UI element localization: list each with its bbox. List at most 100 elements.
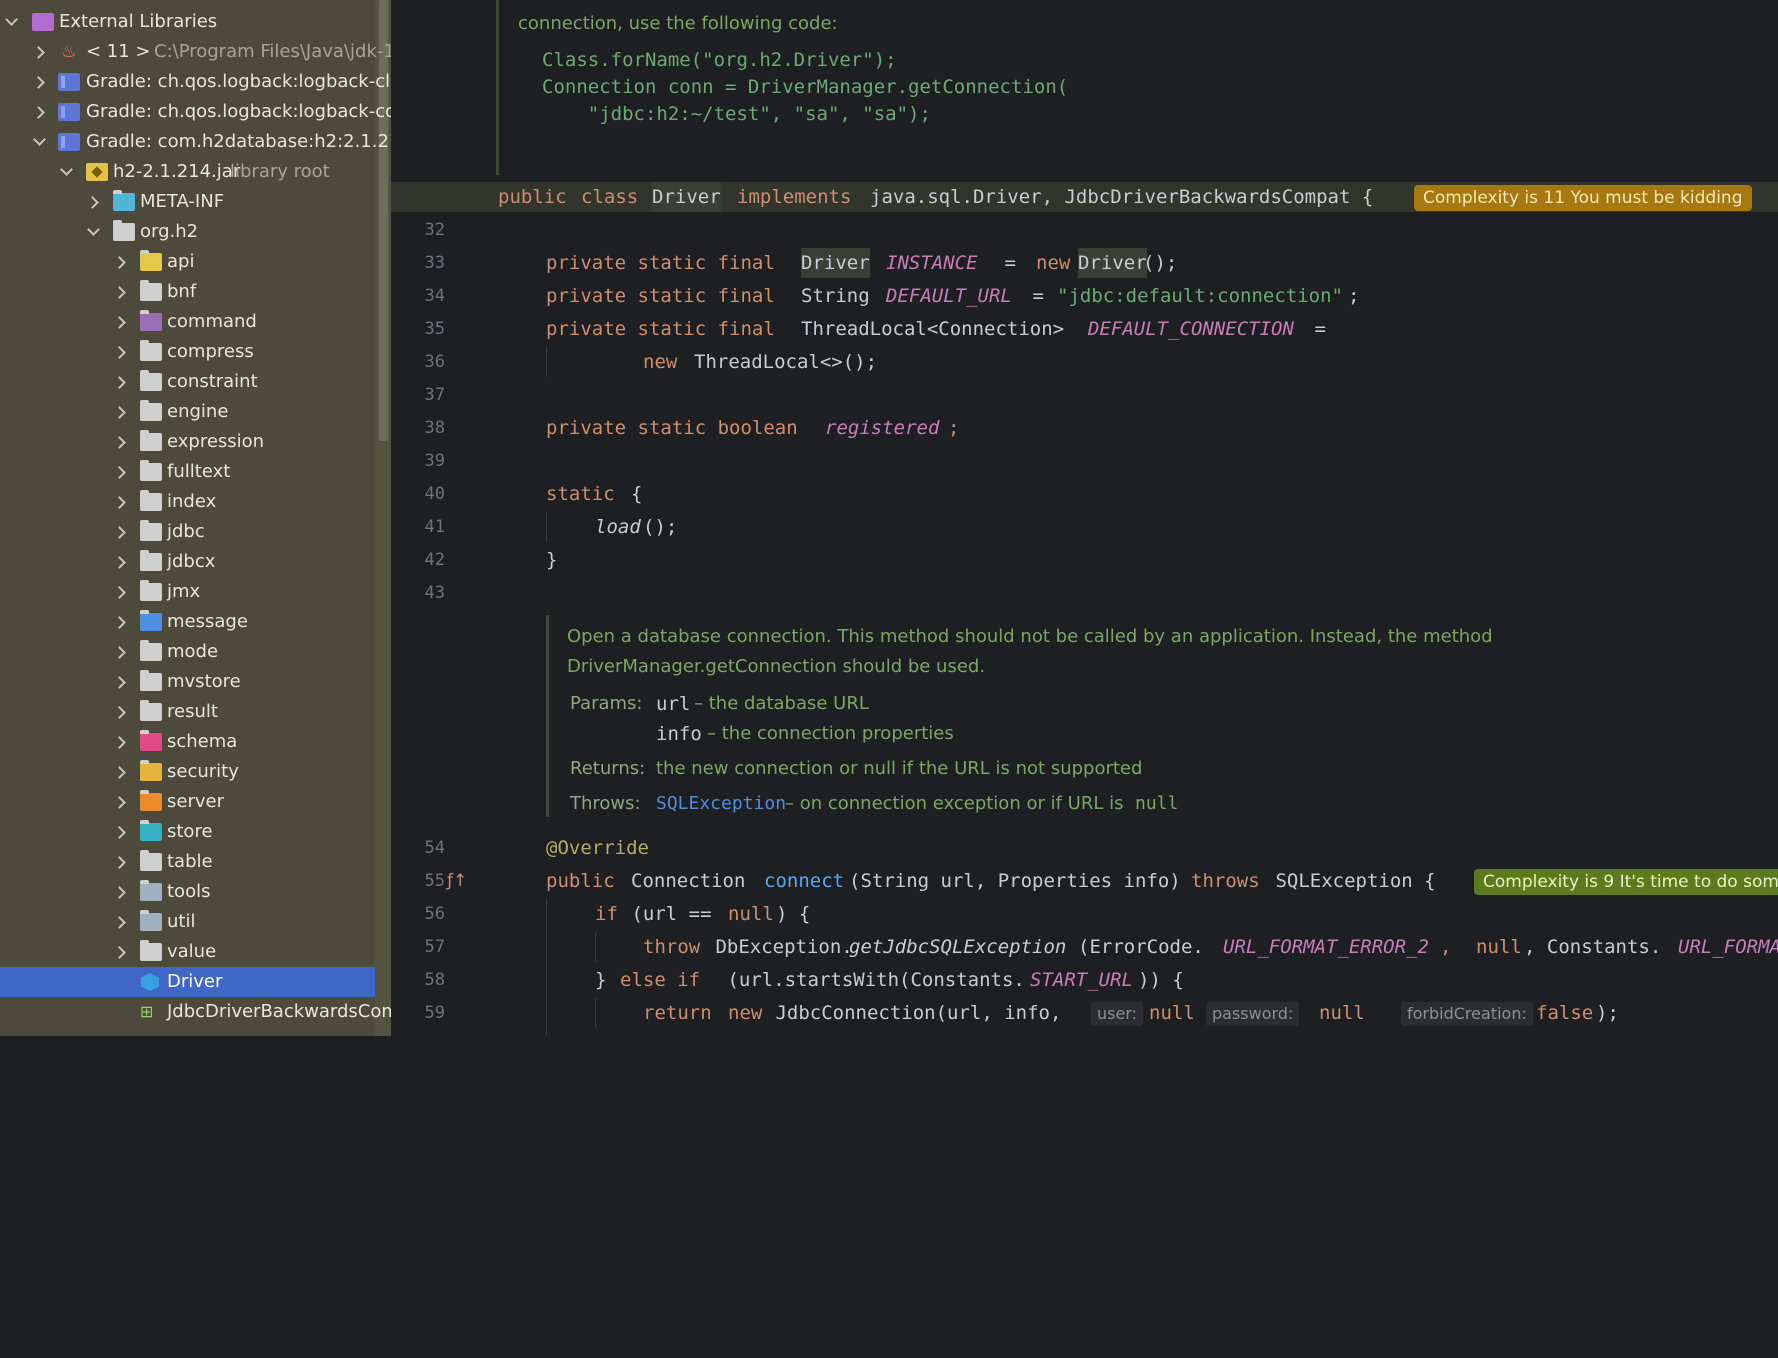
library-root-tag: library root [230, 161, 330, 182]
code-line-38[interactable]: private static boolean registered ; [391, 413, 1778, 443]
chevron-right-icon[interactable] [113, 577, 127, 607]
tree-item-mode[interactable]: mode [0, 637, 375, 667]
code-line-54[interactable]: @Override [391, 833, 1778, 863]
code-line-40[interactable]: static { [391, 479, 1778, 509]
type-name: Driver [801, 248, 870, 278]
tree-item-command[interactable]: command [0, 307, 375, 337]
code-editor[interactable]: connection, use the following code: Clas… [391, 0, 1778, 1036]
code-line-57[interactable]: throw DbException. getJdbcSQLException (… [391, 932, 1778, 962]
tree-item-fulltext[interactable]: fulltext [0, 457, 375, 487]
tree-item-jdbcdriverbackwardscompat[interactable]: ⊞ JdbcDriverBackwardsCompa [0, 997, 391, 1027]
tree-item-jdbc[interactable]: jdbc [0, 517, 375, 547]
chevron-right-icon[interactable] [113, 457, 127, 487]
tree-item-jdk[interactable]: ♨ < 11 > C:\Program Files\Java\jdk-1 [0, 37, 391, 67]
chevron-right-icon[interactable] [113, 427, 127, 457]
chevron-right-icon[interactable] [113, 547, 127, 577]
folder-icon [140, 340, 162, 361]
tree-item-gradle-h2[interactable]: Gradle: com.h2database:h2:2.1.214 [0, 127, 391, 157]
code-line-34[interactable]: private static final String DEFAULT_URL … [391, 281, 1778, 311]
tree-item-org-h2[interactable]: org.h2 [0, 217, 375, 247]
tree-item-driver[interactable]: Driver [0, 967, 375, 997]
chevron-down-icon[interactable] [86, 217, 100, 247]
tree-item-h2-jar[interactable]: h2-2.1.214.jar library root [0, 157, 375, 187]
chevron-right-icon[interactable] [113, 877, 127, 907]
chevron-down-icon[interactable] [59, 157, 73, 187]
tree-item-security[interactable]: security [0, 757, 375, 787]
code-line-41[interactable]: load (); [391, 512, 1778, 542]
chevron-right-icon[interactable] [113, 697, 127, 727]
code-line-33[interactable]: private static final Driver INSTANCE = n… [391, 248, 1778, 278]
tree-item-bnf[interactable]: bnf [0, 277, 375, 307]
chevron-right-icon[interactable] [113, 637, 127, 667]
chevron-right-icon[interactable] [113, 787, 127, 817]
chevron-right-icon[interactable] [32, 37, 46, 67]
field-name: DEFAULT_URL [886, 285, 1012, 307]
tree-item-result[interactable]: result [0, 697, 375, 727]
tree-item-schema[interactable]: schema [0, 727, 375, 757]
tree-item-store[interactable]: store [0, 817, 375, 847]
chevron-right-icon[interactable] [113, 757, 127, 787]
tree-item-expression[interactable]: expression [0, 427, 375, 457]
tree-item-path: C:\Program Files\Java\jdk-1 [154, 41, 391, 62]
code-line-31[interactable]: public class Driver implements java.sql.… [391, 182, 1778, 212]
chevron-down-icon[interactable] [4, 7, 18, 37]
tree-item-index[interactable]: index [0, 487, 375, 517]
chevron-right-icon[interactable] [113, 277, 127, 307]
chevron-right-icon[interactable] [113, 397, 127, 427]
gradle-library-icon [58, 73, 80, 91]
folder-icon [140, 280, 162, 301]
code-line-36[interactable]: new ThreadLocal<>(); [391, 347, 1778, 377]
tree-item-api[interactable]: api [0, 247, 375, 277]
tree-item-engine[interactable]: engine [0, 397, 375, 427]
doc-link[interactable]: SQLException [656, 789, 786, 819]
chevron-right-icon[interactable] [113, 367, 127, 397]
tree-item-jmx[interactable]: jmx [0, 577, 375, 607]
tree-item-jdbcx[interactable]: jdbcx [0, 547, 375, 577]
tree-item-util[interactable]: util [0, 907, 375, 937]
tree-item-meta-inf[interactable]: META-INF [0, 187, 375, 217]
chevron-right-icon[interactable] [113, 907, 127, 937]
code-line-55[interactable]: public Connection connect (String url, P… [391, 866, 1778, 896]
chevron-right-icon[interactable] [113, 847, 127, 877]
chevron-right-icon[interactable] [113, 307, 127, 337]
chevron-right-icon[interactable] [113, 817, 127, 847]
chevron-right-icon[interactable] [113, 667, 127, 697]
chevron-right-icon[interactable] [113, 727, 127, 757]
chevron-right-icon[interactable] [86, 187, 100, 217]
code-line-58[interactable]: } else if (url.startsWith(Constants. STA… [391, 965, 1778, 995]
tree-item-value[interactable]: value [0, 937, 375, 967]
type-name: Driver [1078, 248, 1147, 278]
folder-icon [140, 400, 162, 421]
code-line-42[interactable]: } [391, 545, 1778, 575]
tree-item-constraint[interactable]: constraint [0, 367, 375, 397]
code-line-35[interactable]: private static final ThreadLocal<Connect… [391, 314, 1778, 344]
chevron-right-icon[interactable] [113, 937, 127, 967]
keyword: static [546, 483, 615, 505]
chevron-right-icon[interactable] [32, 67, 46, 97]
tree-item-server[interactable]: server [0, 787, 375, 817]
java-cup-icon: ♨ [60, 41, 78, 62]
tree-item-compress[interactable]: compress [0, 337, 375, 367]
tree-item-gradle-logback-core[interactable]: Gradle: ch.qos.logback:logback-core:1 [0, 97, 391, 127]
annotation: @Override [546, 837, 649, 859]
tree-item-mvstore[interactable]: mvstore [0, 667, 375, 697]
chevron-right-icon[interactable] [32, 97, 46, 127]
chevron-right-icon[interactable] [113, 337, 127, 367]
tree-item-message[interactable]: message [0, 607, 375, 637]
chevron-right-icon[interactable] [113, 487, 127, 517]
tree-item-gradle-logback-classic[interactable]: Gradle: ch.qos.logback:logback-classic [0, 67, 391, 97]
tree-item-label: expression [167, 431, 265, 452]
code-line-56[interactable]: if (url == null ) { [391, 899, 1778, 929]
tree-item-external-libraries[interactable]: External Libraries [0, 7, 375, 37]
chevron-down-icon[interactable] [32, 127, 46, 157]
tree-item-tools[interactable]: tools [0, 877, 375, 907]
tree-item-label: bnf [167, 281, 197, 302]
chevron-right-icon[interactable] [113, 517, 127, 547]
package-folder-icon [113, 220, 135, 241]
folder-icon [140, 880, 162, 901]
chevron-right-icon[interactable] [113, 247, 127, 277]
chevron-right-icon[interactable] [113, 607, 127, 637]
code-line-59[interactable]: return new JdbcConnection(url, info, use… [391, 998, 1778, 1028]
tree-item-table[interactable]: table [0, 847, 375, 877]
keyword: public [546, 870, 615, 892]
